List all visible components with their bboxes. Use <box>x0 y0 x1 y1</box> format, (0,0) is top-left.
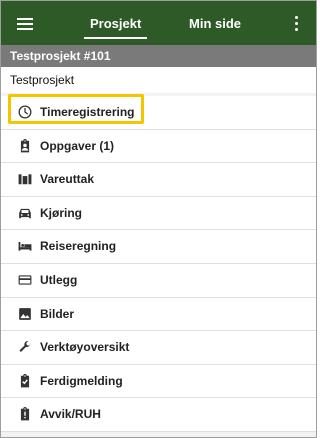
menu-item-verktoyoversikt[interactable]: Verktøyoversikt <box>1 331 316 365</box>
project-menu: Timeregistrering Oppgaver (1) Vareuttak … <box>1 94 316 432</box>
tab-prosjekt-label: Prosjekt <box>90 16 142 31</box>
menu-item-label: Timeregistrering <box>40 105 135 119</box>
menu-item-ferdigmelding[interactable]: Ferdigmelding <box>1 364 316 399</box>
clipboard-alert-icon <box>20 407 30 421</box>
tab-min-side[interactable]: Min side <box>189 1 241 45</box>
menu-icon[interactable] <box>17 18 33 30</box>
clock-icon <box>18 105 32 119</box>
menu-item-reiseregning[interactable]: Reiseregning <box>1 230 316 264</box>
credit-card-icon <box>18 275 32 285</box>
menu-item-vareuttak[interactable]: Vareuttak <box>1 163 316 197</box>
tab-prosjekt[interactable]: Prosjekt <box>84 1 148 45</box>
image-icon <box>19 307 31 320</box>
menu-item-oppgaver[interactable]: Oppgaver (1) <box>1 129 316 164</box>
menu-item-avvik-ruh[interactable]: Avvik/RUH <box>1 398 316 432</box>
menu-item-label: Verktøyoversikt <box>40 340 130 355</box>
clipboard-check-icon <box>20 373 30 388</box>
menu-item-label: Utlegg <box>40 272 78 287</box>
menu-item-bilder[interactable]: Bilder <box>1 297 316 332</box>
top-app-bar: Prosjekt Min side <box>1 1 316 45</box>
tab-min-side-label: Min side <box>189 16 242 31</box>
app-frame: Prosjekt Min side Testprosjekt #101 Test… <box>0 0 317 438</box>
menu-item-label: Oppgaver (1) <box>40 138 115 153</box>
menu-item-utlegg[interactable]: Utlegg <box>1 263 316 298</box>
wrench-icon <box>19 341 31 353</box>
menu-item-label: Avvik/RUH <box>40 407 101 422</box>
menu-item-kjoring[interactable]: Kjøring <box>1 196 316 231</box>
warehouse-shelf-icon <box>18 174 32 185</box>
project-title-bar: Testprosjekt #101 <box>1 45 316 67</box>
bed-icon <box>18 242 32 252</box>
menu-item-timeregistrering[interactable]: Timeregistrering <box>1 94 316 130</box>
active-tab-indicator <box>84 37 148 39</box>
menu-item-label: Ferdigmelding <box>40 373 123 388</box>
menu-item-label: Reiseregning <box>40 239 117 254</box>
menu-item-label: Bilder <box>40 306 75 321</box>
more-vert-icon[interactable] <box>295 16 299 32</box>
clipboard-account-icon <box>20 138 30 153</box>
car-icon <box>19 208 31 219</box>
menu-item-label: Kjøring <box>40 205 82 220</box>
menu-item-label: Vareuttak <box>40 172 95 187</box>
project-name: Testprosjekt <box>1 67 316 93</box>
